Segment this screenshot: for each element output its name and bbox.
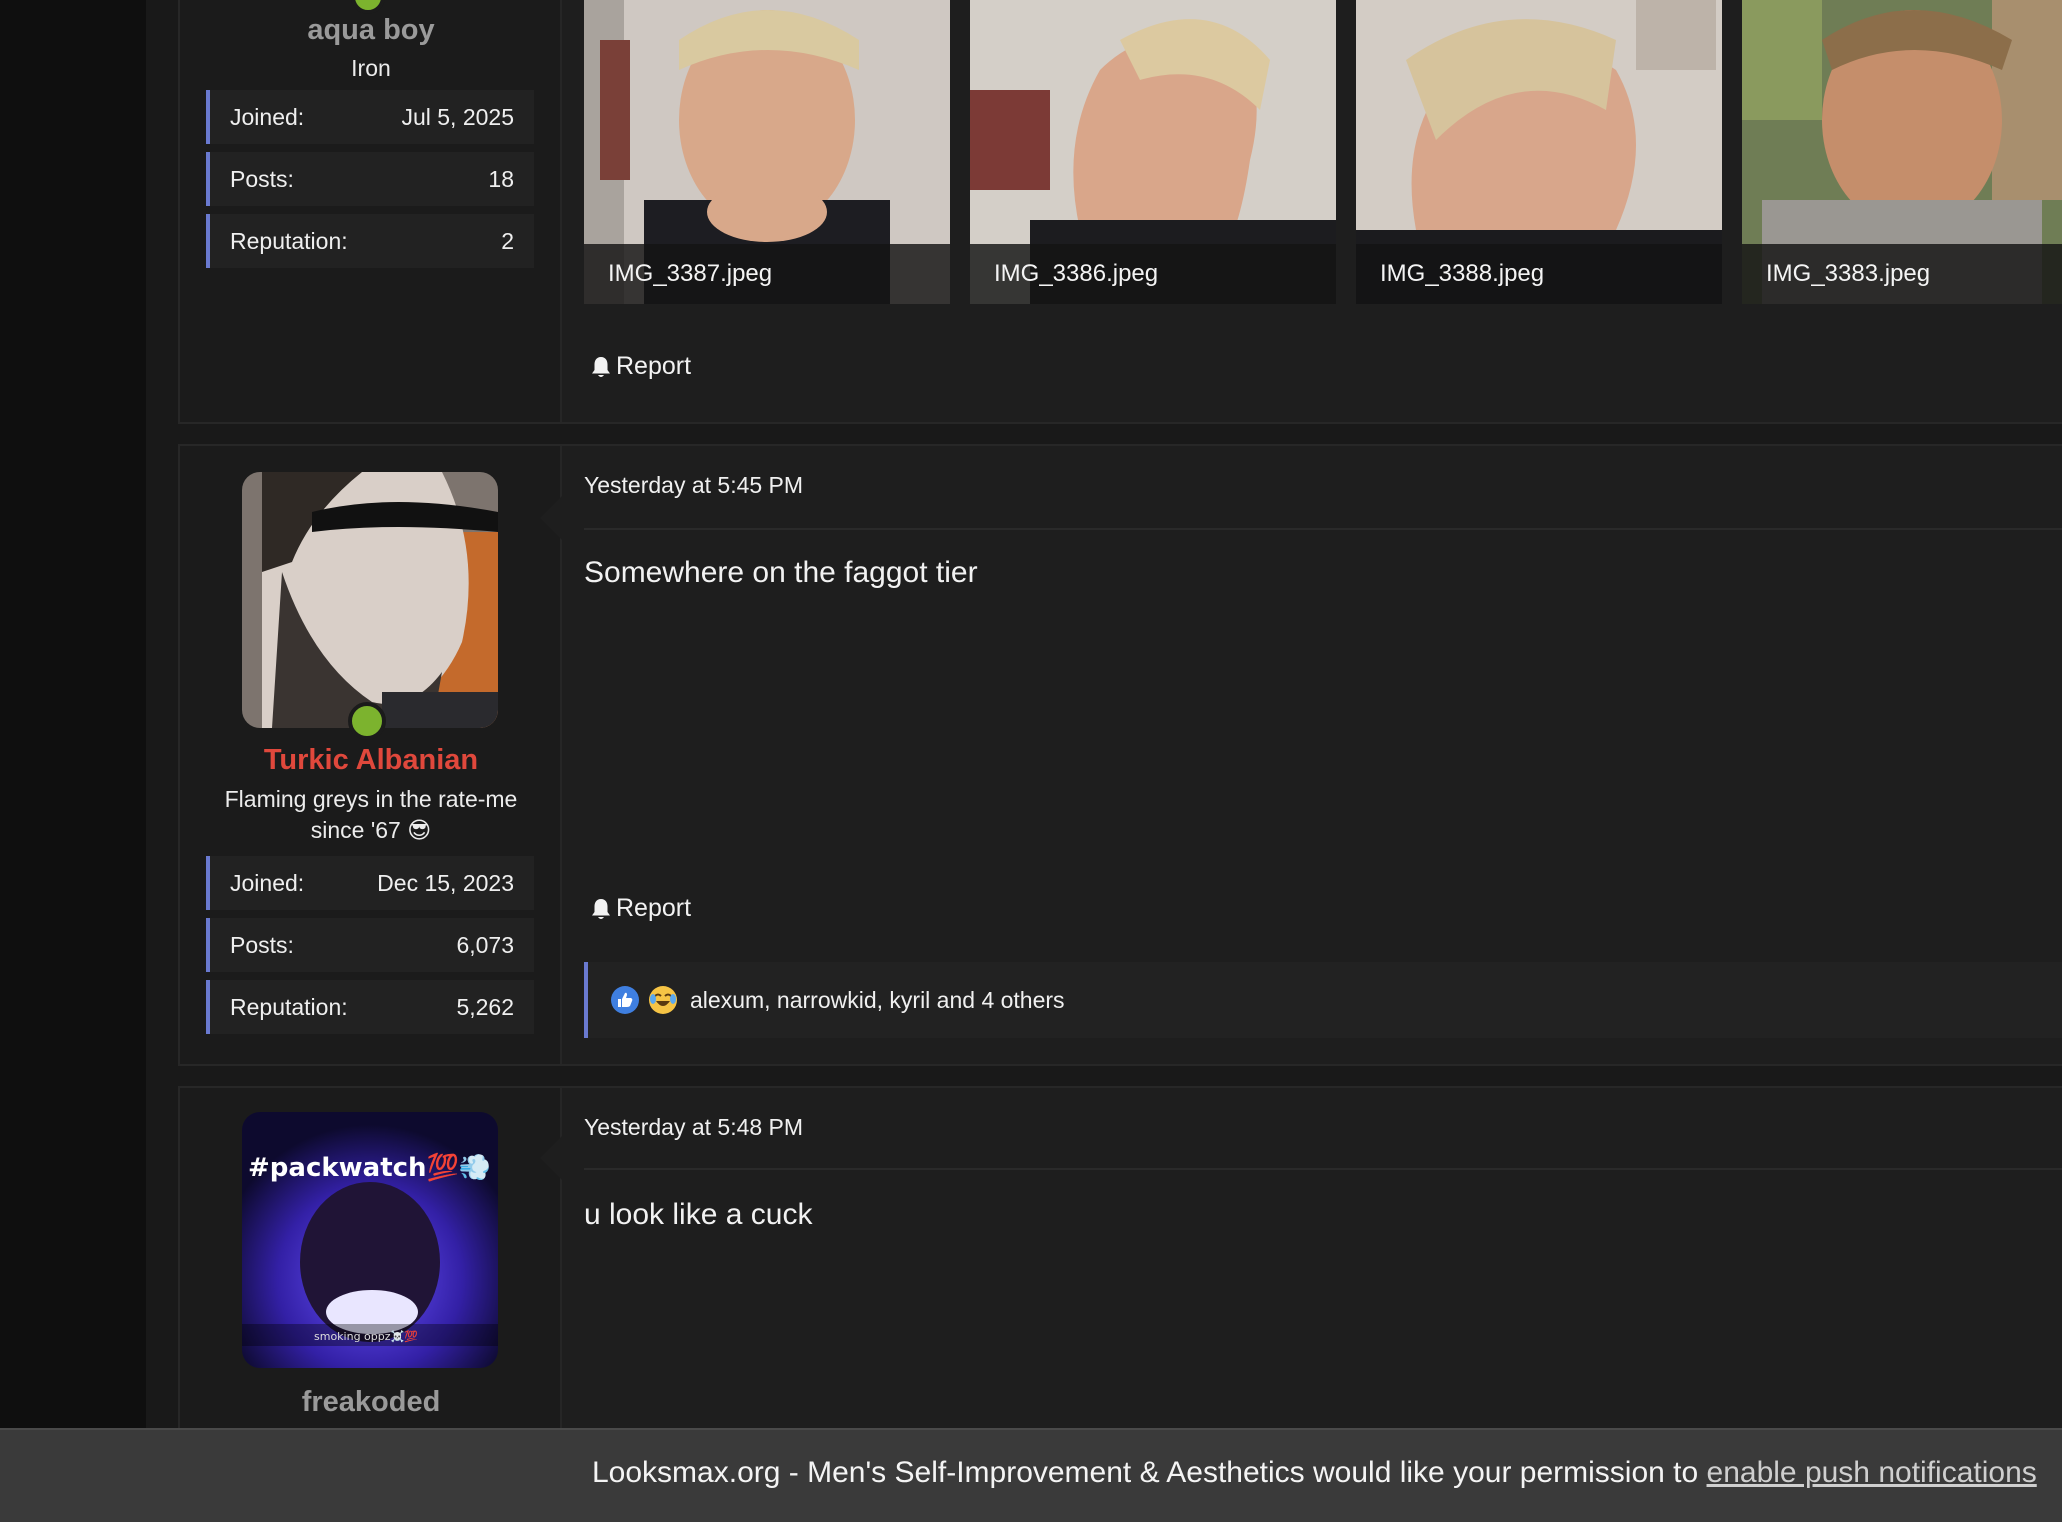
stat-value: 6,073: [456, 931, 514, 958]
laugh-cry-icon: [649, 986, 677, 1014]
attachment-thumbnail[interactable]: IMG_3388.jpeg: [1356, 0, 1722, 304]
username[interactable]: freakoded: [180, 1386, 562, 1419]
stat-value: 18: [488, 165, 514, 192]
notification-text: Looksmax.org - Men's Self-Improvement & …: [592, 1456, 1707, 1489]
user-title: Flaming greys in the rate-me since '67 😎: [224, 786, 518, 843]
divider: [584, 528, 2062, 530]
post-date[interactable]: Yesterday at 5:45 PM: [584, 472, 803, 499]
avatar-overlay-text: #packwatch💯💨: [248, 1152, 491, 1183]
stat-value: 5,262: [456, 993, 514, 1020]
post-user-panel: Turkic Albanian Flaming greys in the rat…: [180, 446, 562, 1064]
username[interactable]: aqua boy: [180, 14, 562, 47]
message-text: Somewhere on the faggot tier: [584, 556, 978, 589]
stat-label: Reputation:: [230, 993, 348, 1020]
message-arrow: [540, 1136, 562, 1180]
like-icon: [611, 986, 639, 1014]
bell-icon: [592, 356, 610, 377]
stat-label: Posts:: [230, 165, 294, 192]
online-indicator: [348, 702, 386, 740]
attachment-filename: IMG_3386.jpeg: [970, 244, 1336, 304]
report-button[interactable]: Report: [590, 352, 691, 381]
stat-value: Dec 15, 2023: [377, 869, 514, 896]
stat-reputation: Reputation: 2: [206, 214, 534, 268]
stat-posts: Posts: 18: [206, 152, 534, 206]
enable-push-notifications-link[interactable]: enable push notifications: [1707, 1456, 2037, 1489]
report-label: Report: [616, 894, 692, 922]
username[interactable]: Turkic Albanian: [180, 744, 562, 777]
report-label: Report: [616, 352, 692, 380]
stat-value: 2: [501, 227, 514, 254]
bell-icon: [592, 898, 610, 919]
page: aqua boy Iron Joined: Jul 5, 2025 Posts:…: [0, 0, 2062, 1522]
stat-label: Posts:: [230, 931, 294, 958]
avatar-image: #packwatch💯💨 smoking oppz☠️💯: [242, 1112, 498, 1368]
stat-posts: Posts: 6,073: [206, 918, 534, 972]
online-indicator: [351, 0, 385, 14]
attachment-filename: IMG_3387.jpeg: [584, 244, 950, 304]
post-turkic-albanian: Turkic Albanian Flaming greys in the rat…: [178, 444, 2062, 1066]
attachment-thumbnail[interactable]: IMG_3387.jpeg: [584, 0, 950, 304]
avatar-caption-text: smoking oppz☠️💯: [314, 1330, 418, 1343]
post-aqua-boy: aqua boy Iron Joined: Jul 5, 2025 Posts:…: [178, 0, 2062, 424]
attachment-filename: IMG_3383.jpeg: [1742, 244, 2062, 304]
stat-value: Jul 5, 2025: [401, 103, 514, 130]
reactions-text[interactable]: alexum, narrowkid, kyril and 4 others: [690, 987, 1065, 1014]
avatar[interactable]: [242, 472, 498, 728]
divider: [584, 1168, 2062, 1170]
attachment-thumbnail[interactable]: IMG_3386.jpeg: [970, 0, 1336, 304]
post-body: IMG_3387.jpeg IMG_3386.jpeg IMG_3388.jpe…: [562, 0, 2062, 422]
post-user-panel: aqua boy Iron Joined: Jul 5, 2025 Posts:…: [180, 0, 562, 422]
message-arrow: [540, 496, 562, 540]
report-button[interactable]: Report: [590, 894, 691, 923]
post-date[interactable]: Yesterday at 5:48 PM: [584, 1114, 803, 1141]
post-body: Yesterday at 5:45 PM Somewhere on the fa…: [562, 446, 2062, 1064]
notification-message: Looksmax.org - Men's Self-Improvement & …: [592, 1456, 2037, 1490]
attachment-thumbnail[interactable]: IMG_3383.jpeg: [1742, 0, 2062, 304]
message-text: u look like a cuck: [584, 1198, 813, 1231]
stat-reputation: Reputation: 5,262: [206, 980, 534, 1034]
stat-label: Reputation:: [230, 227, 348, 254]
push-notification-banner: Looksmax.org - Men's Self-Improvement & …: [0, 1428, 2062, 1522]
stat-joined: Joined: Jul 5, 2025: [206, 90, 534, 144]
reactions-bar[interactable]: alexum, narrowkid, kyril and 4 others: [584, 962, 2062, 1038]
stat-label: Joined:: [230, 869, 305, 896]
user-title: Iron: [351, 55, 391, 81]
stat-joined: Joined: Dec 15, 2023: [206, 856, 534, 910]
left-rail: [0, 0, 146, 1522]
stat-label: Joined:: [230, 103, 305, 130]
attachment-filename: IMG_3388.jpeg: [1356, 244, 1722, 304]
avatar[interactable]: #packwatch💯💨 smoking oppz☠️💯: [242, 1112, 498, 1368]
avatar-image: [242, 472, 498, 728]
